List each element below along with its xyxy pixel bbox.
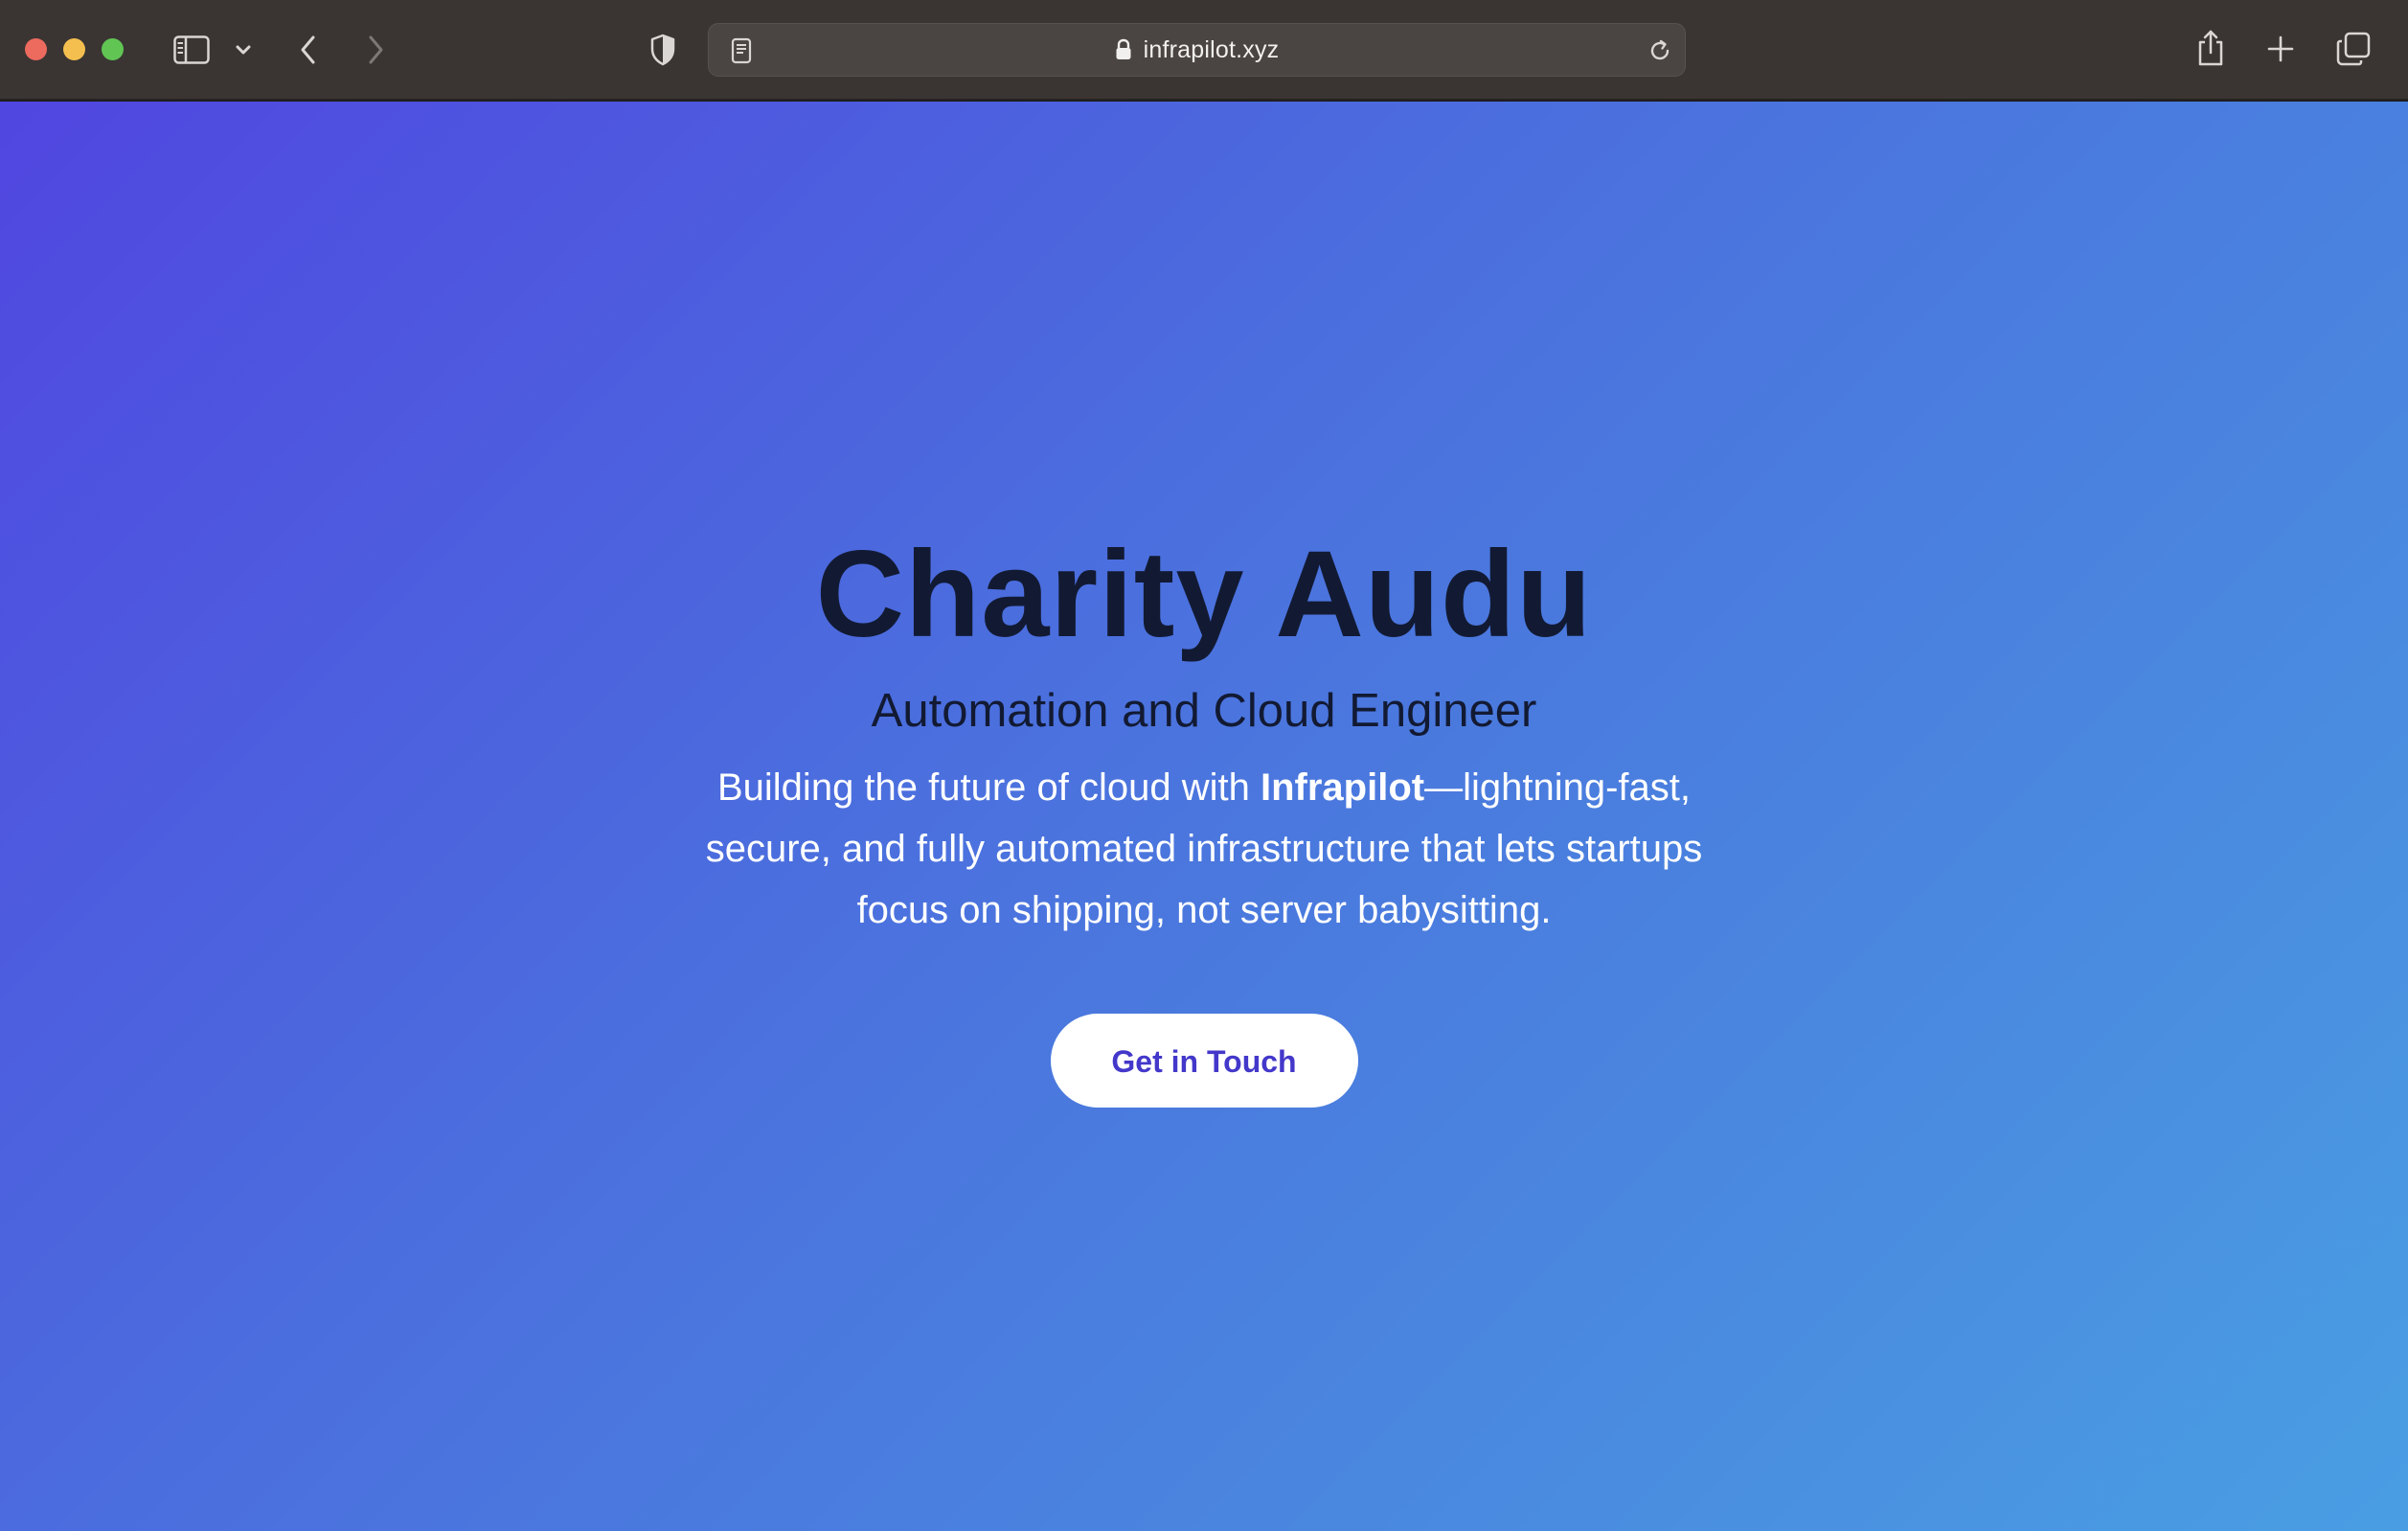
tabs-icon[interactable] — [2335, 31, 2372, 67]
lock-icon — [1115, 38, 1132, 61]
browser-window: infrapilot.xyz Charity Audu Automation a… — [0, 0, 2408, 1531]
sidebar-icon[interactable] — [172, 33, 211, 67]
browser-toolbar: infrapilot.xyz — [0, 0, 2408, 101]
close-window-button[interactable] — [25, 38, 47, 60]
url-text: infrapilot.xyz — [1143, 35, 1280, 63]
share-icon[interactable] — [2193, 27, 2228, 69]
get-in-touch-button[interactable]: Get in Touch — [1050, 1014, 1358, 1108]
hero-description-start: Building the future of cloud with — [716, 766, 1261, 809]
hero-section: Charity Audu Automation and Cloud Engine… — [0, 523, 2408, 1108]
chevron-right-icon[interactable] — [360, 31, 391, 69]
maximize-window-button[interactable] — [102, 38, 124, 60]
minimize-window-button[interactable] — [63, 38, 85, 60]
hero-description-brand: Infrapilot — [1261, 766, 1425, 809]
address-bar[interactable]: infrapilot.xyz — [708, 23, 1686, 77]
reload-icon[interactable] — [1646, 36, 1674, 65]
shield-icon[interactable] — [647, 31, 678, 69]
chevron-left-icon[interactable] — [293, 31, 324, 69]
chevron-down-icon[interactable] — [232, 38, 255, 61]
page-hero-background: Charity Audu Automation and Cloud Engine… — [0, 102, 2408, 1531]
plus-icon[interactable] — [2264, 33, 2297, 65]
hero-role: Automation and Cloud Engineer — [871, 685, 1537, 737]
hero-name: Charity Audu — [815, 526, 1593, 663]
hero-description: Building the future of cloud with Infrap… — [658, 757, 1750, 941]
